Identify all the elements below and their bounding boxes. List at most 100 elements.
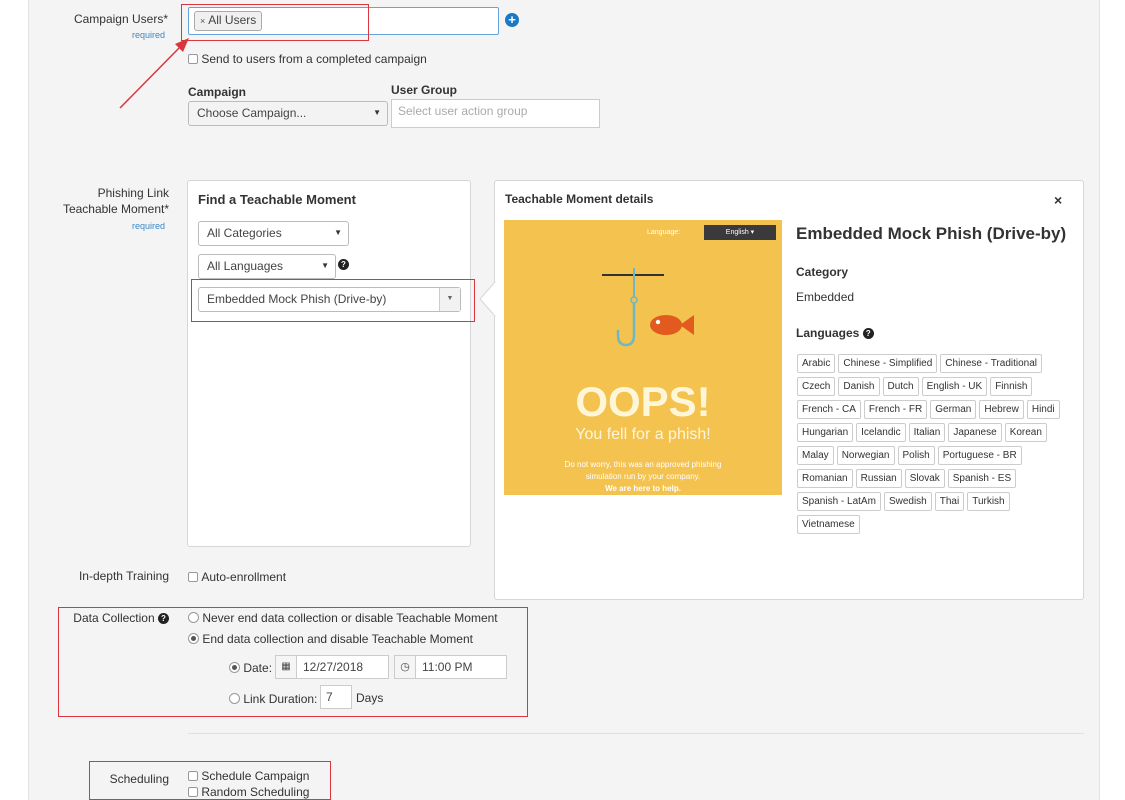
never-end-row[interactable]: Never end data collection or disable Tea… xyxy=(188,610,498,625)
language-tag: Swedish xyxy=(883,492,932,511)
language-tag: Hindi xyxy=(1026,400,1060,419)
schedule-campaign-row[interactable]: Schedule Campaign xyxy=(188,768,309,783)
language-tag: Spanish - ES xyxy=(947,469,1017,488)
teachable-moment-select[interactable]: Embedded Mock Phish (Drive-by) ▼ xyxy=(198,287,461,312)
random-scheduling-row[interactable]: Random Scheduling xyxy=(188,784,309,799)
date-radio[interactable] xyxy=(229,662,240,674)
duration-label: Link Duration: xyxy=(243,691,318,706)
language-tag: Dutch xyxy=(882,377,919,396)
language-tag: English - UK xyxy=(921,377,988,396)
chevron-down-icon: ▼ xyxy=(373,108,381,117)
preview-body-line3: We are here to help. xyxy=(605,484,681,493)
find-teachable-moment-title: Find a Teachable Moment xyxy=(198,192,356,207)
campaign-users-label: Campaign Users* xyxy=(73,12,168,26)
language-tag: Portuguese - BR xyxy=(937,446,1022,465)
language-tag: Japanese xyxy=(948,423,1002,442)
scheduling-label: Scheduling xyxy=(109,772,169,786)
preview-body-line1: Do not worry, this was an approved phish… xyxy=(564,460,722,469)
end-label: End data collection and disable Teachabl… xyxy=(202,631,473,646)
language-tag: Thai xyxy=(934,492,965,511)
auto-enroll-row[interactable]: Auto-enrollment xyxy=(188,569,286,584)
language-tag: Polish xyxy=(897,446,935,465)
languages-select-value: All Languages xyxy=(207,259,284,273)
calendar-icon: ▦ xyxy=(276,656,297,678)
language-tag: French - FR xyxy=(863,400,928,419)
preview-subheadline: You fell for a phish! xyxy=(575,426,711,443)
language-tag: Korean xyxy=(1004,423,1047,442)
send-completed-label: Send to users from a completed campaign xyxy=(201,51,427,66)
categories-select[interactable]: All Categories ▼ xyxy=(198,221,349,246)
language-tag: Danish xyxy=(838,377,880,396)
campaign-users-input[interactable]: × All Users xyxy=(188,7,499,35)
random-scheduling-checkbox[interactable] xyxy=(188,786,198,797)
clock-icon: ◷ xyxy=(395,656,416,678)
section-divider xyxy=(188,733,1084,734)
language-tag: Russian xyxy=(855,469,902,488)
category-value: Embedded xyxy=(796,290,855,304)
language-tag: Hungarian xyxy=(797,423,854,442)
help-icon[interactable]: ? xyxy=(862,328,874,340)
language-tag: Malay xyxy=(797,446,834,465)
teachable-moment-select-value: Embedded Mock Phish (Drive-by) xyxy=(207,292,387,306)
duration-radio[interactable] xyxy=(229,693,240,705)
language-tag: Hebrew xyxy=(979,400,1024,419)
chevron-down-icon: ▼ xyxy=(439,288,460,311)
all-users-token-label: All Users xyxy=(208,13,257,27)
duration-input[interactable]: 7 xyxy=(320,685,352,709)
language-tag: French - CA xyxy=(797,400,861,419)
campaign-label: Campaign xyxy=(188,85,247,99)
language-tag-list: Arabic Chinese - Simplified Chinese - Trad… xyxy=(797,354,1077,538)
schedule-campaign-label: Schedule Campaign xyxy=(201,768,310,783)
random-scheduling-label: Random Scheduling xyxy=(201,784,310,799)
chevron-down-icon: ▼ xyxy=(334,228,342,237)
duration-unit: Days xyxy=(356,691,384,705)
time-value: 11:00 PM xyxy=(422,660,473,674)
duration-option-row[interactable]: Link Duration: xyxy=(229,691,317,706)
details-title: Teachable Moment details xyxy=(505,192,654,206)
panel-pointer xyxy=(479,282,496,316)
preview-language-label: Language: xyxy=(647,229,681,236)
send-completed-checkbox[interactable] xyxy=(188,53,198,64)
campaign-select-value: Choose Campaign... xyxy=(197,106,307,120)
preview-body-line2: simulation run by your company. xyxy=(585,472,701,481)
phishing-label-line1: Phishing Link xyxy=(97,186,169,200)
add-users-icon[interactable]: + xyxy=(505,13,519,27)
preview-language-select: English ▾ xyxy=(704,225,776,240)
schedule-campaign-checkbox[interactable] xyxy=(188,770,198,781)
remove-token-icon[interactable]: × xyxy=(200,16,205,26)
date-value: 12/27/2018 xyxy=(303,660,364,674)
fish-hook-icon xyxy=(602,268,694,347)
never-end-radio[interactable] xyxy=(188,612,199,624)
language-tag: German xyxy=(930,400,977,419)
auto-enroll-checkbox[interactable] xyxy=(188,571,198,582)
preview-headline: OOPS! xyxy=(575,378,711,425)
language-tag: Finnish xyxy=(990,377,1033,396)
user-group-input[interactable]: Select user action group xyxy=(391,99,600,128)
moment-name: Embedded Mock Phish (Drive-by) xyxy=(796,224,1067,243)
languages-select[interactable]: All Languages ▼ xyxy=(198,254,336,279)
all-users-token[interactable]: × All Users xyxy=(194,11,263,31)
close-icon[interactable]: × xyxy=(1054,192,1062,208)
campaign-select[interactable]: Choose Campaign... ▼ xyxy=(188,101,388,126)
language-tag: Arabic xyxy=(797,354,836,373)
never-end-label: Never end data collection or disable Tea… xyxy=(202,610,498,625)
categories-select-value: All Categories xyxy=(207,226,282,240)
end-radio[interactable] xyxy=(188,633,199,645)
language-tag: Slovak xyxy=(904,469,945,488)
help-icon[interactable]: ? xyxy=(158,613,169,625)
end-row[interactable]: End data collection and disable Teachabl… xyxy=(188,631,473,646)
send-completed-row[interactable]: Send to users from a completed campaign xyxy=(188,51,427,66)
phishing-label-line2: Teachable Moment* xyxy=(62,202,169,216)
auto-enroll-label: Auto-enrollment xyxy=(201,569,287,584)
date-input[interactable]: ▦ 12/27/2018 xyxy=(275,655,389,679)
user-group-label: User Group xyxy=(391,83,458,97)
language-tag: Romanian xyxy=(797,469,853,488)
date-option-row[interactable]: Date: xyxy=(229,660,272,675)
time-input[interactable]: ◷ 11:00 PM xyxy=(394,655,507,679)
languages-heading-text: Languages xyxy=(796,326,860,340)
languages-heading: Languages ? xyxy=(796,326,874,340)
annotation-arrow xyxy=(119,38,189,109)
language-tag: Norwegian xyxy=(836,446,895,465)
language-tag: Turkish xyxy=(967,492,1010,511)
help-icon[interactable]: ? xyxy=(338,259,349,270)
